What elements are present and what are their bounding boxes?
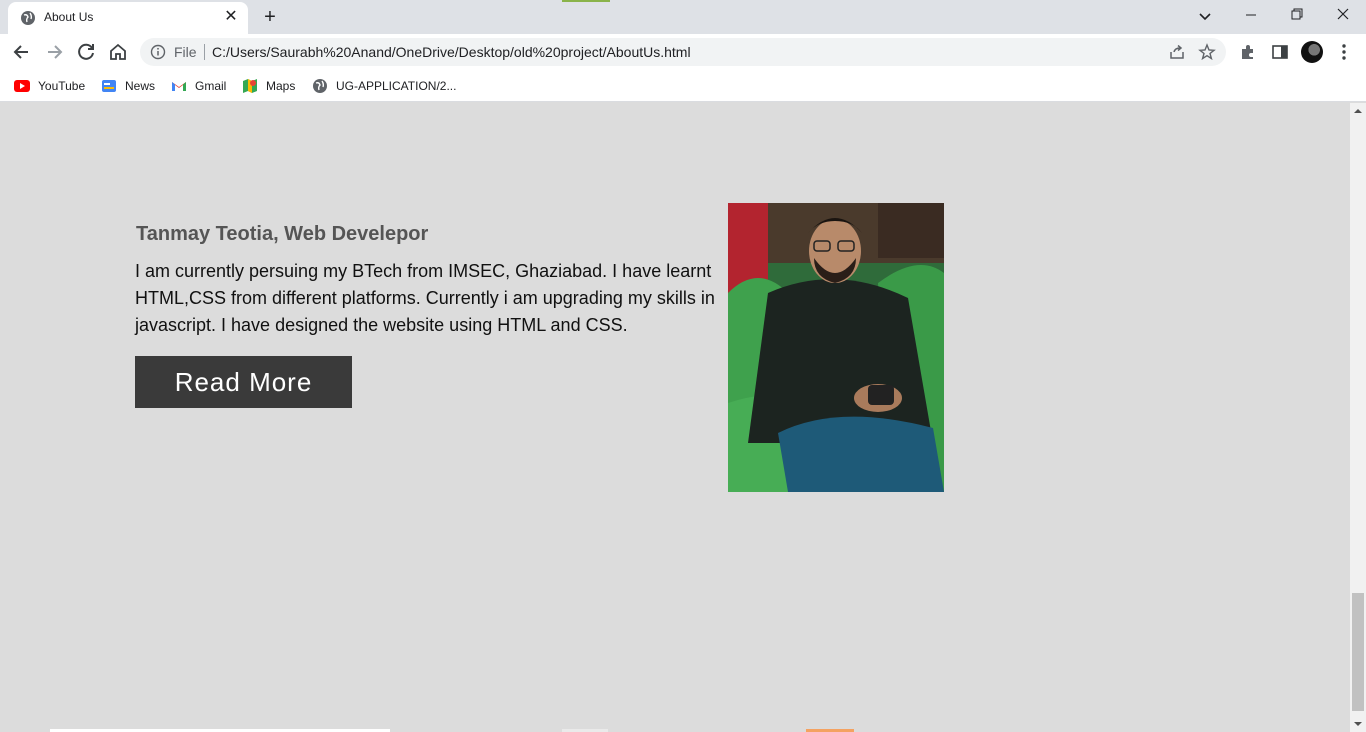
- profile-avatar[interactable]: [1301, 41, 1323, 63]
- bookmark-gmail[interactable]: Gmail: [171, 76, 226, 96]
- vertical-scrollbar[interactable]: [1350, 103, 1366, 732]
- url-text[interactable]: C:/Users/Saurabh%20Anand/OneDrive/Deskto…: [212, 44, 691, 60]
- bookmark-label: Gmail: [195, 79, 227, 93]
- youtube-icon: [14, 80, 30, 92]
- globe-icon: [313, 79, 327, 93]
- home-icon[interactable]: [104, 38, 132, 66]
- info-icon[interactable]: [150, 44, 166, 60]
- bookmark-maps[interactable]: Maps: [242, 76, 295, 96]
- minimize-icon[interactable]: [1228, 0, 1274, 32]
- news-icon: [102, 80, 116, 92]
- author-bio: I am currently persuing my BTech from IM…: [135, 261, 715, 335]
- window-close-icon[interactable]: [1320, 0, 1366, 32]
- restore-icon[interactable]: [1274, 0, 1320, 32]
- tab-indicator: [562, 0, 610, 2]
- omnibox-divider: [204, 44, 205, 60]
- bookmark-star-icon[interactable]: [1198, 43, 1216, 61]
- more-menu-icon[interactable]: [1334, 42, 1354, 62]
- author-photo: [728, 203, 944, 492]
- bookmark-ug-application[interactable]: UG-APPLICATION/2...: [312, 76, 456, 96]
- back-arrow-icon[interactable]: [8, 38, 36, 66]
- browser-toolbar: File C:/Users/Saurabh%20Anand/OneDrive/D…: [0, 34, 1366, 70]
- bookmark-youtube[interactable]: YouTube: [14, 76, 85, 96]
- url-scheme-label: File: [174, 44, 197, 60]
- share-icon[interactable]: [1168, 43, 1186, 61]
- bookmark-label: UG-APPLICATION/2...: [336, 79, 457, 93]
- bookmark-news[interactable]: News: [101, 76, 155, 96]
- tab-strip: About Us ✕ +: [0, 0, 1366, 34]
- maps-icon: [243, 79, 257, 93]
- scrollbar-thumb[interactable]: [1352, 593, 1364, 711]
- scroll-up-arrow-icon[interactable]: [1354, 107, 1362, 115]
- gmail-icon: [172, 82, 186, 91]
- bookmark-label: News: [125, 79, 156, 93]
- page-viewport: Tanmay Teotia, Web Develepor I am curren…: [0, 103, 1350, 732]
- close-tab-icon[interactable]: ✕: [222, 8, 240, 26]
- bookmark-label: YouTube: [38, 79, 86, 93]
- read-more-button[interactable]: Read More: [135, 356, 352, 408]
- forward-arrow-icon[interactable]: [40, 38, 68, 66]
- address-bar[interactable]: File C:/Users/Saurabh%20Anand/OneDrive/D…: [140, 38, 1226, 66]
- side-panel-icon[interactable]: [1270, 42, 1290, 62]
- globe-icon: [21, 11, 35, 25]
- author-heading: Tanmay Teotia, Web Develepor: [136, 223, 429, 245]
- scroll-down-arrow-icon[interactable]: [1354, 720, 1362, 728]
- chevron-down-icon[interactable]: [1194, 6, 1216, 28]
- tab-title: About Us: [44, 10, 94, 24]
- new-tab-icon[interactable]: +: [258, 6, 282, 30]
- extensions-icon[interactable]: [1238, 42, 1258, 62]
- reload-icon[interactable]: [72, 38, 100, 66]
- browser-tab[interactable]: About Us ✕: [8, 2, 248, 34]
- bookmark-label: Maps: [266, 79, 296, 93]
- bookmarks-bar: YouTube News Gmail Maps UG-APPLICATION/2…: [0, 70, 1366, 102]
